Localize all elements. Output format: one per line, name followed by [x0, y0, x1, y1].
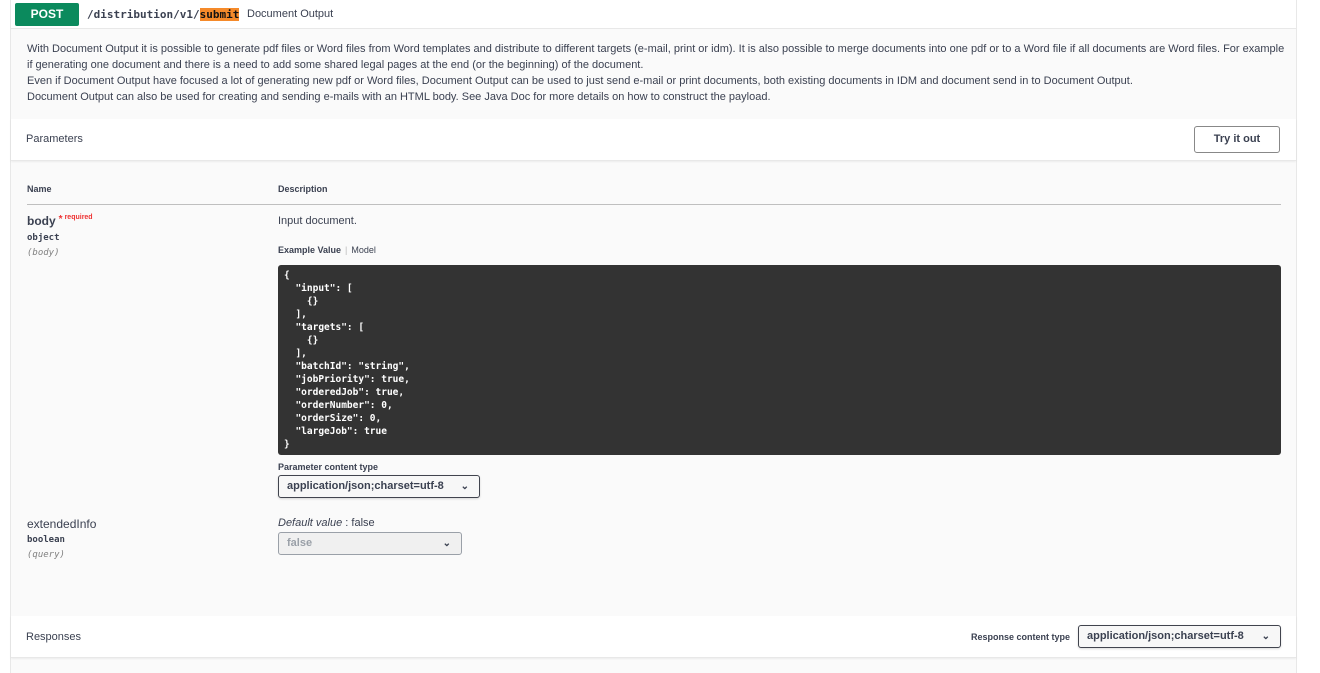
required-star: * [58, 214, 63, 225]
example-model-tabs: Example Value | Model [278, 245, 376, 255]
param-in-extendedinfo: (query) [27, 550, 65, 560]
param-type-body: object [27, 233, 60, 243]
parameter-content-type-select[interactable]: application/json;charset=utf-8 ⌄ [278, 475, 480, 498]
operation-description: With Document Output it is possible to g… [27, 41, 1287, 105]
description-paragraph-2: Even if Document Output have focused a l… [27, 75, 1133, 87]
operation-summary[interactable]: POST /distribution/v1/submit Document Ou… [11, 0, 1296, 29]
default-value-label: Default value [278, 517, 343, 529]
tab-model[interactable]: Model [351, 245, 376, 255]
operation-title: Document Output [247, 8, 334, 20]
parameter-content-type-value: application/json;charset=utf-8 [287, 480, 444, 492]
extendedinfo-select-value: false [287, 537, 313, 549]
chevron-down-icon: ⌄ [460, 481, 469, 492]
required-label: required [64, 214, 93, 221]
column-header-name: Name [27, 184, 52, 194]
path-highlight: submit [199, 8, 240, 21]
param-name-text: body [27, 214, 56, 228]
default-value-value: : false [345, 517, 375, 529]
param-description-body: Input document. [278, 215, 357, 227]
parameters-title: Parameters [26, 133, 83, 145]
tab-separator: | [345, 245, 348, 255]
path-prefix: /distribution/v1/ [87, 8, 200, 21]
parameters-header: Parameters Try it out [11, 119, 1296, 161]
column-header-description: Description [278, 184, 328, 194]
operation-block: POST /distribution/v1/submit Document Ou… [10, 0, 1297, 673]
default-value-text: Default value : false [278, 517, 375, 529]
param-name-body: body * required [27, 214, 93, 228]
chevron-down-icon: ⌄ [442, 538, 451, 549]
response-content-type-value: application/json;charset=utf-8 [1087, 630, 1244, 642]
description-paragraph-1: With Document Output it is possible to g… [27, 43, 1285, 71]
extendedinfo-select[interactable]: false ⌄ [278, 532, 462, 555]
description-paragraph-3: Document Output can also be used for cre… [27, 91, 771, 103]
http-method-badge: POST [15, 3, 79, 26]
try-it-out-button[interactable]: Try it out [1194, 126, 1280, 153]
parameter-content-type-label: Parameter content type [278, 462, 379, 472]
param-type-extendedinfo: boolean [27, 535, 65, 545]
tab-example-value[interactable]: Example Value [278, 245, 341, 255]
endpoint-path: /distribution/v1/submit [87, 8, 240, 21]
example-value-code[interactable]: { "input": [ {} ], "targets": [ {} ], "b… [278, 265, 1281, 455]
response-content-type-label: Response content type [970, 632, 1070, 642]
response-content-type-select[interactable]: application/json;charset=utf-8 ⌄ [1078, 625, 1281, 648]
param-in-body: (body) [27, 248, 60, 258]
param-name-extendedinfo: extendedInfo [27, 517, 97, 531]
chevron-down-icon: ⌄ [1261, 631, 1270, 642]
table-header-rule [27, 204, 1281, 205]
responses-title: Responses [26, 631, 82, 643]
